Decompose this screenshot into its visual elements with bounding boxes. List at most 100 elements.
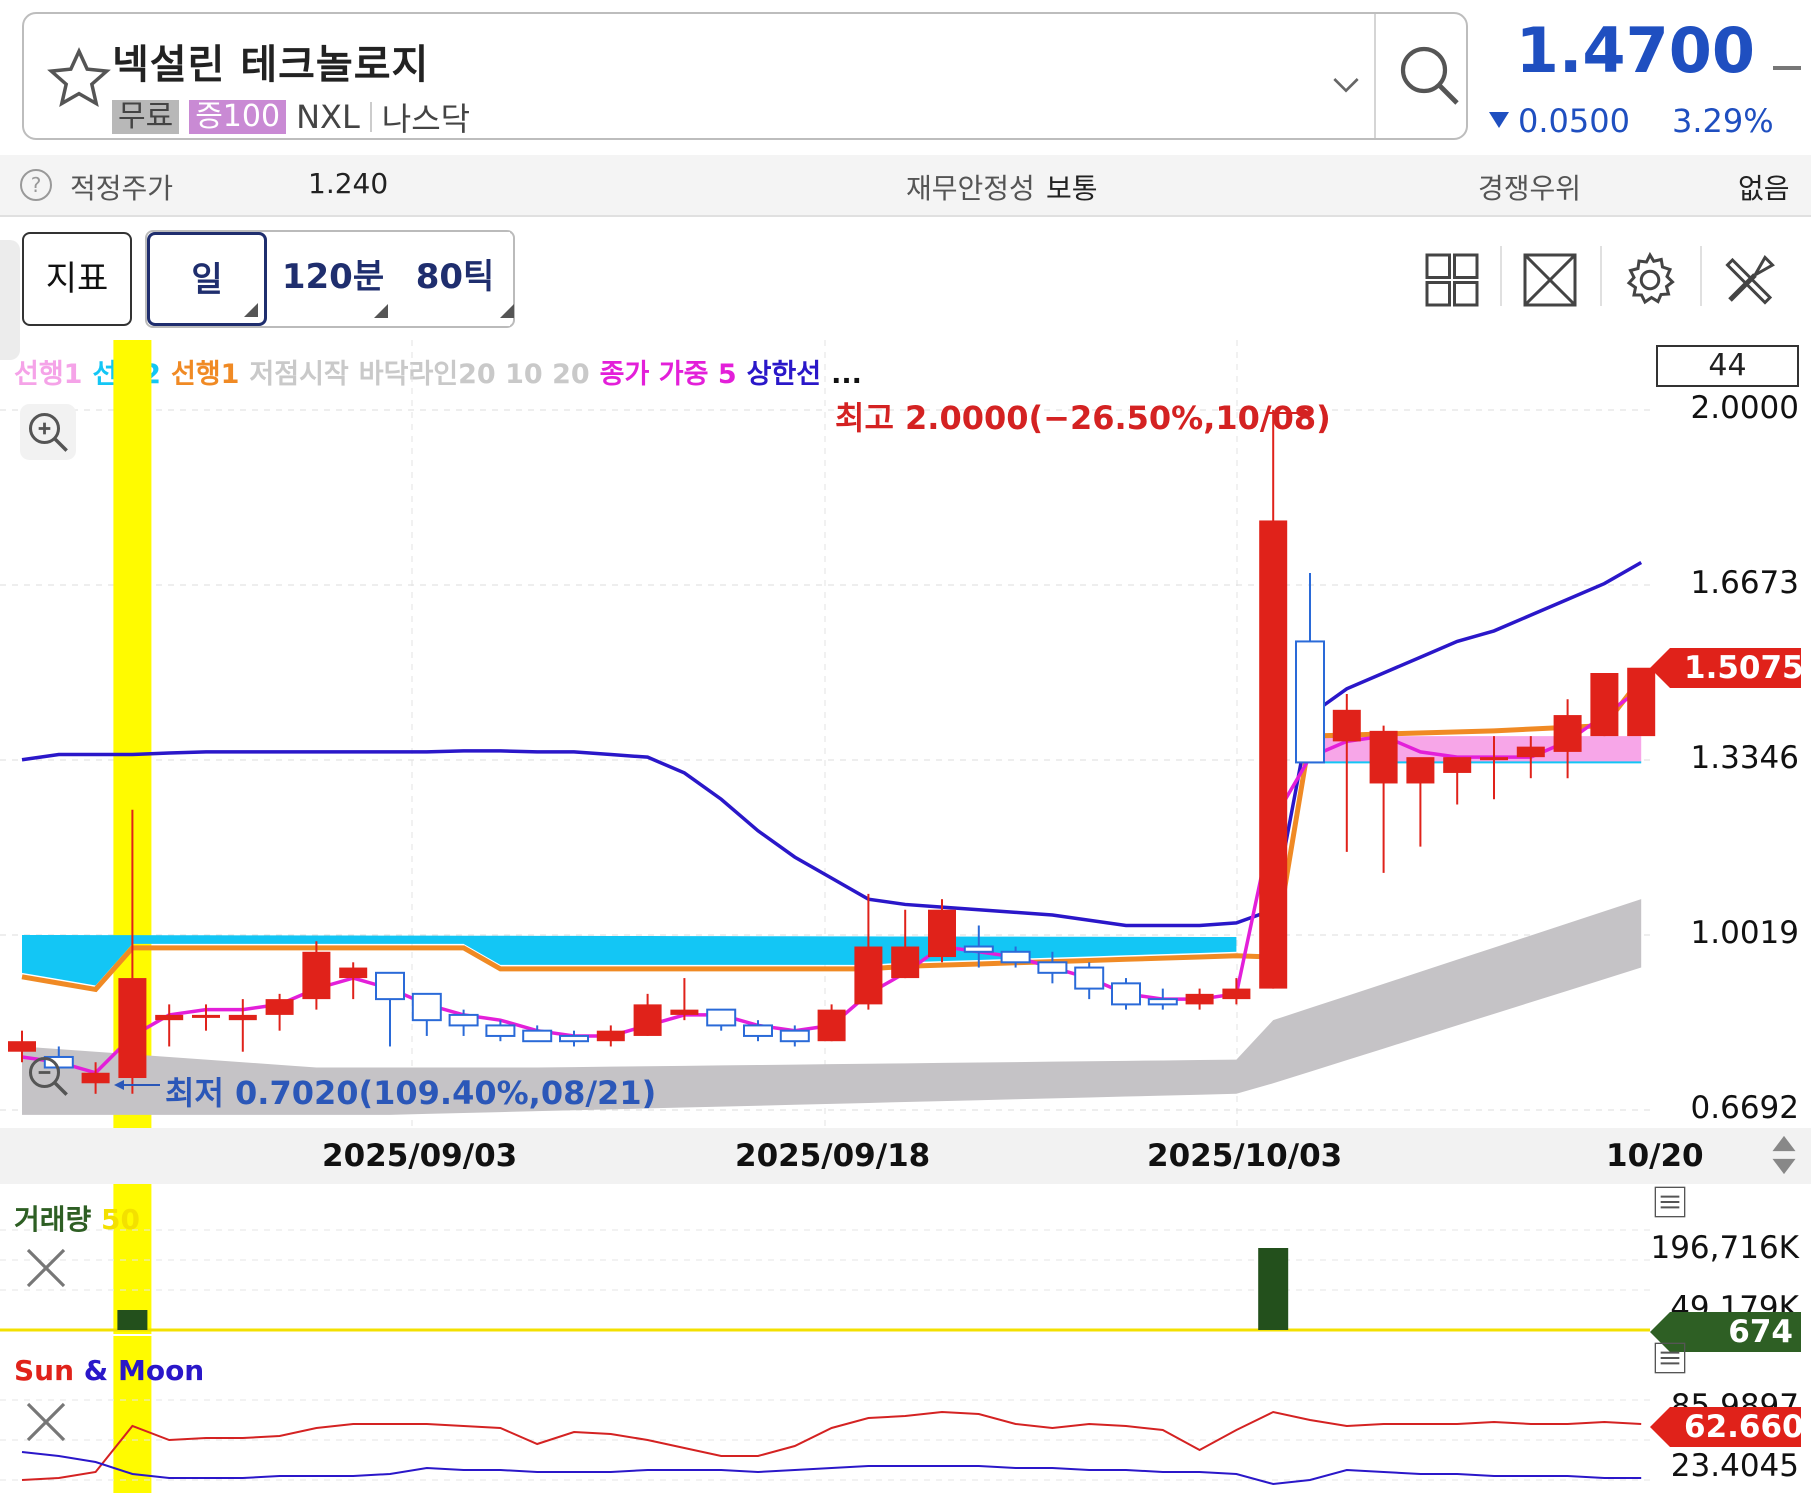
candle-body	[1111, 982, 1141, 1006]
stock-name: 넥설린 테크놀로지	[112, 42, 430, 88]
tools-icon[interactable]	[1720, 250, 1780, 310]
period-80tick-label: 80틱	[415, 257, 495, 297]
candle-body	[228, 1014, 257, 1021]
candle-body	[1332, 709, 1361, 742]
candle-body	[1369, 730, 1398, 784]
toolbar-divider	[1500, 246, 1502, 306]
zoom-out-icon[interactable]	[20, 1048, 76, 1104]
candle-body	[1516, 746, 1545, 758]
candle-body	[302, 951, 331, 1000]
y-label: 1.0019	[1690, 915, 1799, 951]
candle-body	[596, 1030, 625, 1042]
candle-body	[1406, 757, 1435, 784]
tag-divider	[369, 102, 372, 132]
favorite-star-icon[interactable]	[44, 44, 114, 114]
period-120min-button[interactable]: 120분	[278, 232, 388, 326]
dropdown-corner-icon	[374, 304, 388, 318]
candle-body	[1222, 988, 1251, 1000]
sun-label: Sun	[14, 1354, 75, 1387]
volume-chart[interactable]	[0, 1184, 1811, 1334]
candle-body	[1590, 672, 1619, 737]
chevron-down-icon[interactable]	[1326, 64, 1366, 104]
settings-gear-icon[interactable]	[1620, 250, 1680, 310]
high-annotation: 최고 2.0000(−26.50%,10/08)	[835, 399, 1331, 437]
change-value: 0.0500	[1518, 102, 1630, 140]
dropdown-corner-icon	[244, 303, 258, 317]
candle-body	[743, 1024, 773, 1037]
candle-body	[928, 909, 956, 958]
candle-body	[118, 978, 147, 1079]
sun-moon-chart[interactable]	[0, 1336, 1811, 1493]
candle-body	[81, 1072, 110, 1084]
candle-body	[1443, 757, 1472, 773]
candle-body	[1147, 998, 1178, 1006]
volume-bar	[1258, 1248, 1289, 1330]
toolbar-divider	[1600, 246, 1602, 306]
y-label: 0.6692	[1690, 1090, 1799, 1126]
help-icon[interactable]: ?	[20, 169, 52, 201]
menu-icon[interactable]	[1654, 1186, 1686, 1218]
candle-body	[1295, 640, 1325, 764]
candle-body	[375, 971, 405, 1001]
price-chart[interactable]	[0, 340, 1811, 1128]
volume-panel-title: 거래량 50	[14, 1198, 140, 1238]
candle-body	[817, 1009, 846, 1042]
candle-body	[1037, 961, 1068, 974]
current-price-tag: 1.5075	[1670, 648, 1804, 688]
fin-stability-value: 보통	[1046, 172, 1098, 205]
search-divider	[1374, 14, 1376, 138]
amp-label: &	[83, 1354, 109, 1387]
x-label: 10/20	[1606, 1138, 1704, 1174]
fullscreen-icon[interactable]	[1520, 250, 1580, 310]
volume-y-top: 196,716K	[1650, 1230, 1799, 1266]
candle-body	[963, 945, 994, 953]
sm-tag-pointer	[1650, 1407, 1670, 1447]
candle-body	[1259, 520, 1288, 989]
market-name: 나스닥	[381, 100, 471, 138]
close-icon[interactable]	[22, 1398, 70, 1446]
candle-body	[670, 1009, 699, 1015]
layout-grid-icon[interactable]	[1422, 250, 1482, 310]
indicator-button[interactable]: 지표	[22, 232, 132, 326]
valuation-strip: ? 적정주가 1.240 재무안정성 보통 경쟁우위 없음	[0, 155, 1811, 217]
volume-label: 거래량	[14, 1203, 92, 1236]
search-icon[interactable]	[1394, 40, 1466, 112]
candle-body	[155, 1014, 184, 1021]
fin-stability-label: 재무안정성	[906, 172, 1035, 205]
x-label: 2025/10/03	[1147, 1138, 1343, 1174]
scroll-updown-icon[interactable]	[1766, 1132, 1802, 1178]
candle-body	[192, 1014, 220, 1018]
zoom-in-icon[interactable]	[20, 404, 76, 460]
candle-body	[779, 1029, 810, 1043]
dropdown-corner-icon	[500, 304, 514, 318]
volume-y-mid: 49,179K	[1670, 1290, 1799, 1312]
moon-label: Moon	[117, 1354, 205, 1387]
competitive-label: 경쟁우위	[1478, 172, 1582, 205]
stock-search-box[interactable]: 넥설린 테크놀로지 무료 증100 NXL 나스닥	[22, 12, 1468, 140]
sm-current-tag: 62.6604	[1670, 1407, 1811, 1447]
margin-badge: 증100	[189, 100, 287, 134]
change-percent: 3.29%	[1672, 102, 1774, 140]
sun-line	[21, 1410, 1642, 1481]
candle-body	[265, 999, 294, 1015]
candle-body	[411, 992, 442, 1022]
low-annotation: 최저 0.7020(109.40%,08/21)	[165, 1074, 657, 1112]
stock-tags: 무료 증100 NXL 나스닥	[112, 94, 470, 140]
free-badge: 무료	[112, 100, 180, 134]
candle-body	[522, 1029, 553, 1043]
price-tag-pointer	[1650, 648, 1670, 688]
candle-body	[339, 967, 368, 979]
y-label: 1.6673	[1690, 565, 1799, 601]
y-label: 2.0000	[1690, 390, 1799, 426]
period-80tick-button[interactable]: 80틱	[400, 232, 514, 326]
x-label: 2025/09/18	[735, 1138, 931, 1174]
down-arrow-icon	[1489, 112, 1509, 128]
volume-bar	[117, 1310, 148, 1330]
toolbar-divider	[1700, 246, 1702, 306]
candle-body	[485, 1024, 516, 1037]
candle-body	[1185, 993, 1214, 1005]
sm-y-bottom: 23.4045	[1670, 1448, 1799, 1484]
menu-icon[interactable]	[1654, 1342, 1686, 1374]
close-icon[interactable]	[22, 1244, 70, 1292]
period-day-button[interactable]: 일	[147, 232, 267, 326]
